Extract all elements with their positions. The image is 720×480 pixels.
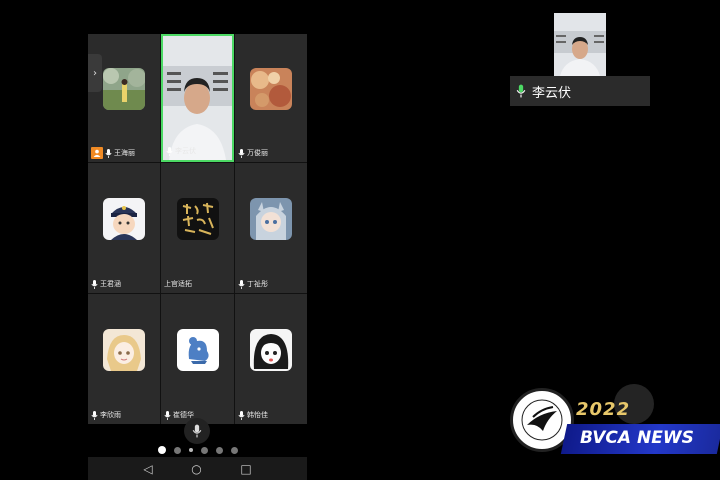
home-circle-icon[interactable]: ○ bbox=[191, 462, 201, 476]
participant-video bbox=[163, 36, 232, 160]
participant-avatar bbox=[250, 68, 292, 110]
mic-icon bbox=[105, 148, 112, 158]
participant-name: 万俊丽 bbox=[247, 149, 268, 157]
page-dot[interactable] bbox=[230, 446, 238, 454]
back-triangle-icon[interactable]: ◁ bbox=[143, 462, 152, 476]
participant-name: 王君涵 bbox=[100, 280, 121, 288]
participant-name-row: 万俊丽 bbox=[238, 147, 268, 159]
page-dot[interactable] bbox=[215, 446, 223, 454]
participant-name-row: 王海丽 bbox=[91, 147, 135, 159]
active-speaker-name: 李云伏 bbox=[532, 85, 572, 101]
participant-name: 李欣雨 bbox=[100, 411, 121, 419]
page-dot[interactable] bbox=[200, 446, 208, 454]
participant-avatar bbox=[103, 198, 145, 240]
participant-name-row: 上官适拓 bbox=[164, 278, 192, 290]
mic-icon bbox=[166, 146, 173, 156]
participant-name-row: 李欣雨 bbox=[91, 409, 121, 421]
participant-name-row: 韩怡佳 bbox=[238, 409, 268, 421]
participant-avatar bbox=[250, 329, 292, 371]
participant-avatar bbox=[176, 329, 219, 371]
participant-tile[interactable]: 万俊丽 bbox=[235, 34, 307, 162]
participant-name: 韩怡佳 bbox=[247, 411, 268, 419]
participant-avatar bbox=[103, 68, 145, 110]
participant-tile[interactable]: 韩怡佳 bbox=[235, 294, 307, 424]
meeting-phone-screen: 王海丽 › 李云伏 万俊丽 王君涵 上官适拓 丁祉彤 李欣雨 崔德华 韩怡佳 ◁… bbox=[88, 34, 307, 480]
page-indicator bbox=[88, 446, 307, 454]
participant-grid: 王海丽 › 李云伏 万俊丽 王君涵 上官适拓 丁祉彤 李欣雨 崔德华 韩怡佳 bbox=[88, 34, 307, 424]
mic-icon bbox=[192, 424, 202, 438]
participant-name-row: 李云伏 bbox=[166, 145, 196, 157]
participant-tile[interactable]: 丁祉彤 bbox=[235, 163, 307, 293]
participant-name: 王海丽 bbox=[114, 149, 135, 157]
participant-tile[interactable]: 崔德华 bbox=[161, 294, 234, 424]
participant-tile[interactable]: 王君涵 bbox=[88, 163, 160, 293]
participant-avatar bbox=[176, 198, 219, 240]
participant-name-row: 王君涵 bbox=[91, 278, 121, 290]
mic-icon bbox=[91, 410, 98, 420]
chevron-right-icon[interactable]: › bbox=[88, 54, 102, 92]
mic-icon bbox=[238, 148, 245, 158]
participant-tile-active[interactable]: 李云伏 bbox=[161, 34, 234, 162]
mic-icon bbox=[516, 84, 526, 98]
news-year: 2022 bbox=[576, 399, 631, 420]
participant-tile[interactable]: 李欣雨 bbox=[88, 294, 160, 424]
mute-toggle-button[interactable] bbox=[184, 418, 210, 444]
participant-tile[interactable]: 王海丽 › bbox=[88, 34, 160, 162]
page-dot-active[interactable] bbox=[157, 446, 166, 454]
participant-name-row: 丁祉彤 bbox=[238, 278, 268, 290]
participant-avatar bbox=[103, 329, 145, 371]
participant-name: 上官适拓 bbox=[164, 280, 192, 288]
active-speaker-thumbnail[interactable] bbox=[554, 13, 606, 76]
host-icon bbox=[91, 147, 103, 159]
participant-name: 丁祉彤 bbox=[247, 280, 268, 288]
participant-avatar bbox=[250, 198, 292, 240]
news-brand: BVCA NEWS bbox=[580, 428, 694, 448]
page-dot[interactable] bbox=[173, 446, 181, 454]
mic-icon bbox=[238, 279, 245, 289]
page-dot[interactable] bbox=[188, 448, 193, 452]
mic-icon bbox=[238, 410, 245, 420]
recents-square-icon[interactable]: □ bbox=[240, 462, 251, 476]
participant-tile[interactable]: 上官适拓 bbox=[161, 163, 234, 293]
mic-icon bbox=[91, 279, 98, 289]
bvca-news-watermark: 2022 BVCA NEWS bbox=[508, 384, 720, 480]
active-speaker-label: 李云伏 bbox=[510, 76, 650, 106]
system-nav-bar: ◁ ○ □ bbox=[88, 457, 307, 480]
participant-name: 李云伏 bbox=[175, 147, 196, 155]
mic-icon bbox=[164, 410, 171, 420]
